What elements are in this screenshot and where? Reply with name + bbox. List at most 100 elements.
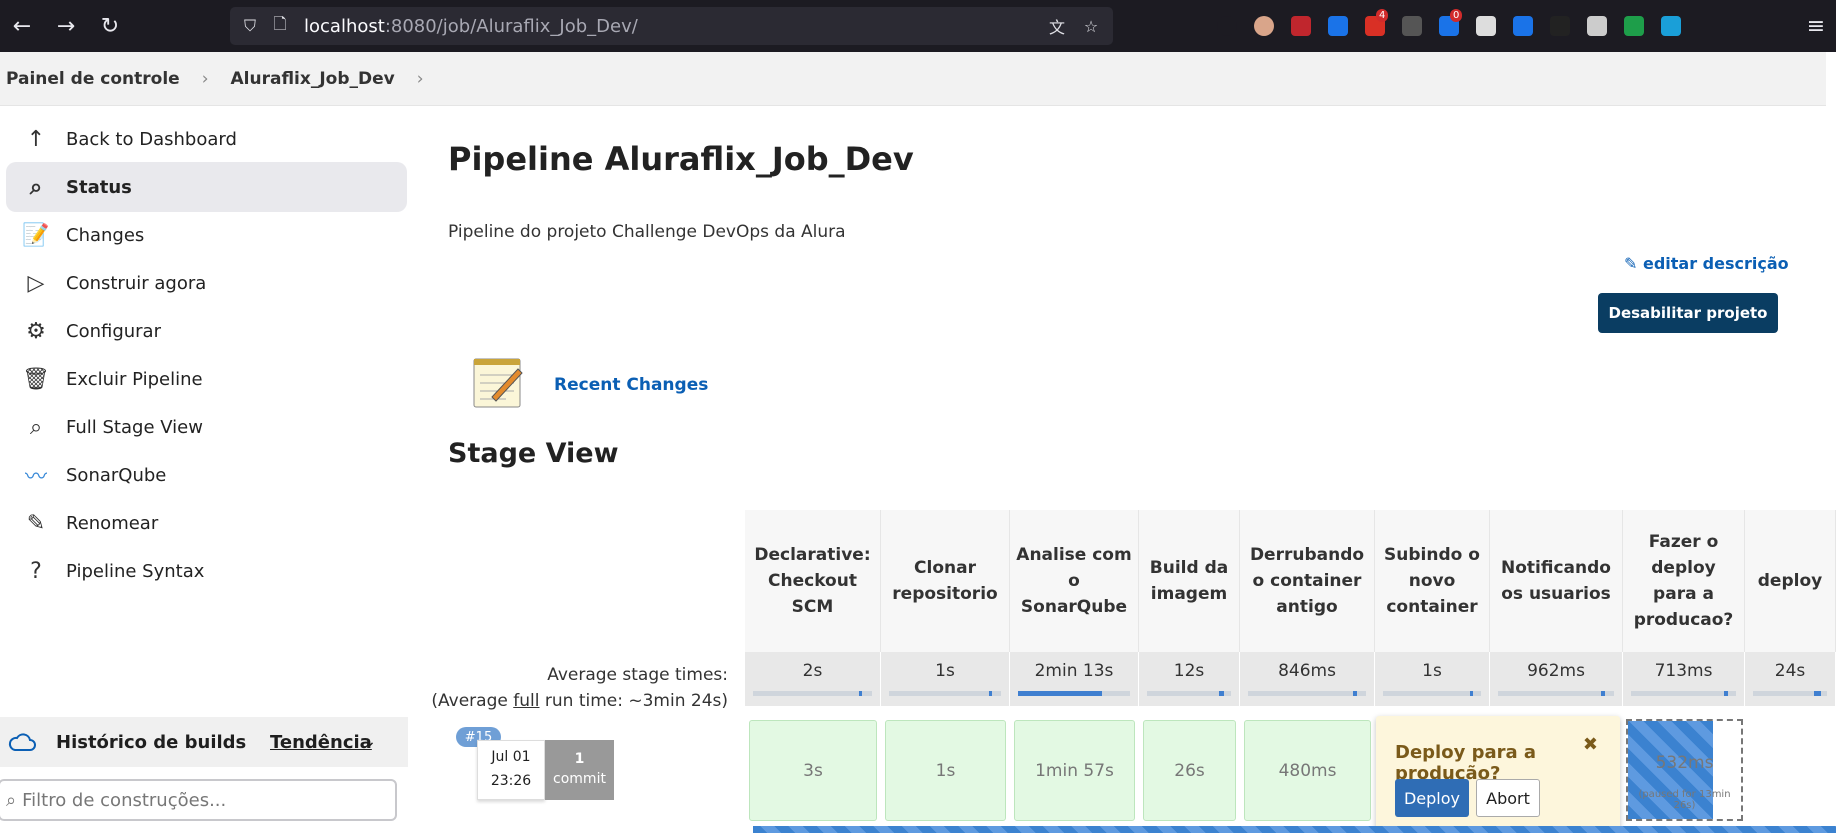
abort-button[interactable]: Abort xyxy=(1476,779,1540,817)
back-arrow-icon[interactable]: ← xyxy=(0,0,44,52)
close-icon[interactable]: ✖ xyxy=(1583,734,1598,755)
sidebar-item-sonarqube[interactable]: 〰 SonarQube xyxy=(6,450,407,500)
pencil-icon: ✎ xyxy=(1624,254,1643,273)
address-bar[interactable]: ⛉ 🗋 localhost:8080/job/Aluraflix_Job_Dev… xyxy=(230,7,1113,45)
stage-average-fill xyxy=(1470,691,1474,696)
stage-average-fill xyxy=(1018,691,1102,696)
stage-average-bar xyxy=(1631,691,1736,696)
sidebar-item-status[interactable]: ⌕ Status xyxy=(6,162,407,212)
forward-arrow-icon[interactable]: → xyxy=(44,0,88,52)
bookmark-star-icon[interactable]: ☆ xyxy=(1079,14,1103,38)
chevron-right-icon[interactable]: › xyxy=(417,69,424,89)
stage-cell-success[interactable]: 3s xyxy=(749,720,877,821)
stage-average-fill xyxy=(988,691,993,696)
url-host: localhost xyxy=(304,15,385,37)
stage-average-value: 846ms xyxy=(1278,661,1336,681)
sidebar-item-label: Excluir Pipeline xyxy=(66,368,203,390)
sidebar-item-label: Full Stage View xyxy=(66,416,203,438)
trend-link[interactable]: Tendência xyxy=(270,732,372,753)
build-date-time: 23:26 xyxy=(490,773,532,789)
stage-header: deploy xyxy=(1745,510,1836,652)
ghost-icon[interactable] xyxy=(1467,0,1504,52)
stage-cell-success[interactable]: 1min 57s xyxy=(1014,720,1135,821)
stage-average-value: 2s xyxy=(802,661,823,681)
edit-description-link[interactable]: ✎ editar descrição xyxy=(1624,254,1789,273)
stage-cell-success[interactable]: 1s xyxy=(885,720,1006,821)
profile-icon[interactable] xyxy=(1245,0,1282,52)
avg-label-suffix: run time: ~3min 24s) xyxy=(539,691,728,711)
stage-average-fill xyxy=(1353,691,1357,696)
translate-icon[interactable] xyxy=(1504,0,1541,52)
stage-cell-time: 532ms xyxy=(1655,753,1714,773)
sidebar-item-full-stage-view[interactable]: ⌕ Full Stage View xyxy=(6,402,407,452)
pen-icon[interactable] xyxy=(1393,0,1430,52)
stage-average-value: 962ms xyxy=(1527,661,1585,681)
avg-label-prefix: (Average xyxy=(431,691,514,711)
stage-average-time: 2min 13s xyxy=(1010,652,1139,706)
sidebar-item-back-to-dashboard[interactable]: ↑ Back to Dashboard xyxy=(6,114,407,164)
stage-header: Clonar repositorio xyxy=(881,510,1010,652)
ghost-icon-glyph xyxy=(1475,16,1496,36)
ublock-icon[interactable] xyxy=(1282,0,1319,52)
sidebar-item-rename[interactable]: ✎ Renomear xyxy=(6,498,407,548)
stage-cell-success[interactable]: 26s xyxy=(1143,720,1236,821)
sidebar-item-configure[interactable]: ⚙ Configurar xyxy=(6,306,407,356)
sidebar-item-delete-pipeline[interactable]: 🗑 Excluir Pipeline xyxy=(6,354,407,404)
stage-average-time: 846ms xyxy=(1240,652,1375,706)
stage-cell-success[interactable]: 480ms xyxy=(1244,720,1371,821)
stage-header: Subindo o novo container xyxy=(1375,510,1490,652)
breadcrumb-job[interactable]: Aluraflix_Job_Dev xyxy=(231,69,395,89)
recent-changes-link[interactable]: Recent Changes xyxy=(554,375,708,395)
chevron-down-icon[interactable]: ⌄ xyxy=(364,734,376,750)
input-request-popup: Deploy para a produção? ✖ Deploy Abort xyxy=(1376,716,1620,833)
sidebar-item-build-now[interactable]: ▷ Construir agora xyxy=(6,258,407,308)
reload-icon[interactable]: ↻ xyxy=(88,0,132,52)
stage-average-time: 713ms xyxy=(1623,652,1745,706)
stage-average-bar xyxy=(1383,691,1481,696)
cloud-icon xyxy=(0,731,44,753)
pocket-icon[interactable] xyxy=(1208,0,1245,52)
running-progress-bar xyxy=(753,826,1836,833)
chevron-right-icon: › xyxy=(201,68,209,89)
paused-duration: (paused for 13min 26s) xyxy=(1638,789,1731,811)
translate-page-icon[interactable]: 文 xyxy=(1045,14,1069,38)
settings-icon[interactable] xyxy=(1578,0,1615,52)
arrow-up-icon: ↑ xyxy=(26,126,46,152)
disable-project-button[interactable]: Desabilitar projeto xyxy=(1598,293,1778,333)
stage-average-fill xyxy=(1219,691,1225,696)
sonarqube-icon: 〰 xyxy=(24,465,47,490)
stage-average-time: 1s xyxy=(1375,652,1490,706)
bag-icon[interactable]: 0 xyxy=(1430,0,1467,52)
stage-average-value: 1s xyxy=(935,661,955,681)
mail-icon[interactable]: 4 xyxy=(1356,0,1393,52)
job-description: Pipeline do projeto Challenge DevOps da … xyxy=(448,222,846,242)
shield-icon[interactable]: ⛉ xyxy=(238,14,262,38)
help-icon: ? xyxy=(30,558,42,584)
edit-description-label: editar descrição xyxy=(1642,254,1789,273)
s-extension-icon[interactable] xyxy=(1319,0,1356,52)
build-filter-input[interactable]: ⌕ Filtro de construções... xyxy=(0,779,397,821)
url-text[interactable]: localhost:8080/job/Aluraflix_Job_Dev/ xyxy=(304,16,638,37)
sidebar-item-pipeline-syntax[interactable]: ? Pipeline Syntax xyxy=(6,546,407,596)
stage-average-fill xyxy=(858,691,863,696)
dark-icon-glyph xyxy=(1549,16,1570,36)
translate-icon-glyph xyxy=(1512,16,1533,36)
dark-icon[interactable] xyxy=(1541,0,1578,52)
react-icon[interactable] xyxy=(1652,0,1689,52)
sidebar-item-changes[interactable]: 📝 Changes xyxy=(6,210,407,260)
sidebar-item-label: Back to Dashboard xyxy=(66,128,237,150)
stage-view-title: Stage View xyxy=(448,438,619,469)
f-extension-icon[interactable] xyxy=(1615,0,1652,52)
commit-count[interactable]: 1 commit xyxy=(545,740,614,800)
extensions-bar: 40 xyxy=(1208,0,1689,52)
react-icon-glyph xyxy=(1660,16,1681,36)
stage-average-bar xyxy=(889,691,1001,696)
deploy-button[interactable]: Deploy xyxy=(1395,779,1469,817)
page-info-icon[interactable]: 🗋 xyxy=(268,14,292,38)
breadcrumb-home[interactable]: Painel de controle xyxy=(6,69,180,89)
stage-header: Fazer o deploy para a producao? xyxy=(1623,510,1745,652)
hamburger-menu-icon[interactable]: ≡ xyxy=(1796,0,1836,52)
stage-cell-paused[interactable]: 532ms (paused for 13min 26s) xyxy=(1626,719,1743,821)
commit-count-number: 1 xyxy=(574,751,585,767)
ublock-icon-glyph xyxy=(1290,16,1311,36)
